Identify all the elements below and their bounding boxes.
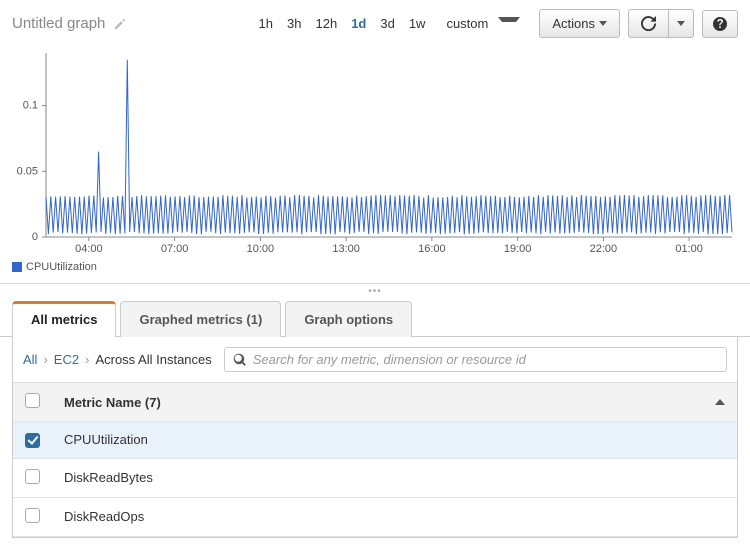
row-checkbox[interactable] [25,433,40,448]
select-all-checkbox[interactable] [25,393,40,408]
chevron-right-icon: › [43,352,47,367]
svg-text:22:00: 22:00 [590,243,618,255]
refresh-icon [641,16,656,31]
breadcrumb-all[interactable]: All [23,352,37,367]
time-range-12h[interactable]: 12h [308,12,344,35]
search-input[interactable] [253,352,718,367]
search-wrap [224,347,727,372]
metrics-panel: All › EC2 › Across All Instances Metric … [12,337,738,538]
breadcrumb-current: Across All Instances [95,352,211,367]
line-chart[interactable]: 0 0.05 0.1 04:00 07:00 10:00 13:00 16:00 19:00 22… [12,47,738,257]
metrics-table: Metric Name (7) CPUUtilizationDiskReadBy… [13,383,737,537]
metric-name-cell: CPUUtilization [52,422,737,459]
svg-text:0.05: 0.05 [17,165,38,177]
svg-text:13:00: 13:00 [332,243,360,255]
help-icon [713,17,727,31]
tab-bar: All metrics Graphed metrics (1) Graph op… [0,301,750,337]
svg-text:01:00: 01:00 [675,243,703,255]
table-row[interactable]: DiskReadBytes [13,458,737,497]
breadcrumb-ec2[interactable]: EC2 [54,352,79,367]
tab-graphed-metrics[interactable]: Graphed metrics (1) [120,301,281,337]
svg-text:0.1: 0.1 [23,100,38,112]
tab-graph-options[interactable]: Graph options [285,301,412,337]
legend-label: CPUUtilization [26,261,97,273]
breadcrumb-row: All › EC2 › Across All Instances [13,337,737,383]
svg-text:19:00: 19:00 [504,243,532,255]
svg-text:16:00: 16:00 [418,243,446,255]
chevron-right-icon: › [85,352,89,367]
svg-text:0: 0 [32,231,38,243]
metric-name-cell: DiskReadBytes [52,458,737,497]
caret-down-icon [498,17,520,30]
sort-asc-icon [715,399,725,405]
svg-text:04:00: 04:00 [75,243,103,255]
tab-all-metrics[interactable]: All metrics [12,301,116,337]
time-range-3d[interactable]: 3d [373,12,401,35]
graph-title[interactable]: Untitled graph [12,15,105,32]
refresh-button[interactable] [628,9,668,38]
column-header-metric-name[interactable]: Metric Name (7) [52,383,737,422]
chart-area: 0 0.05 0.1 04:00 07:00 10:00 13:00 16:00 19:00 22… [0,43,750,257]
row-checkbox[interactable] [25,469,40,484]
row-checkbox[interactable] [25,508,40,523]
svg-text:07:00: 07:00 [161,243,189,255]
table-row[interactable]: CPUUtilization [13,422,737,459]
table-row[interactable]: DiskReadOps [13,497,737,536]
metric-name-cell: DiskReadOps [52,497,737,536]
resize-handle[interactable]: ••• [0,283,750,299]
header-bar: Untitled graph 1h 3h 12h 1d 3d 1w custom… [0,0,750,43]
refresh-dropdown-button[interactable] [668,9,694,38]
legend-swatch [12,262,22,272]
time-range-3h[interactable]: 3h [280,12,308,35]
caret-down-icon [599,21,607,26]
help-button[interactable] [702,10,738,38]
actions-button[interactable]: Actions [539,9,620,38]
time-range-custom[interactable]: custom [432,8,527,39]
time-range-1d[interactable]: 1d [344,12,373,35]
chart-legend: CPUUtilization [0,257,750,283]
caret-down-icon [677,21,685,26]
time-range-1w[interactable]: 1w [402,12,433,35]
time-range-1h[interactable]: 1h [252,12,280,35]
pencil-icon[interactable] [113,17,127,31]
time-range-selector: 1h 3h 12h 1d 3d 1w custom [252,8,528,39]
svg-text:10:00: 10:00 [247,243,275,255]
search-icon [233,353,247,367]
header-checkbox-cell [13,383,52,422]
